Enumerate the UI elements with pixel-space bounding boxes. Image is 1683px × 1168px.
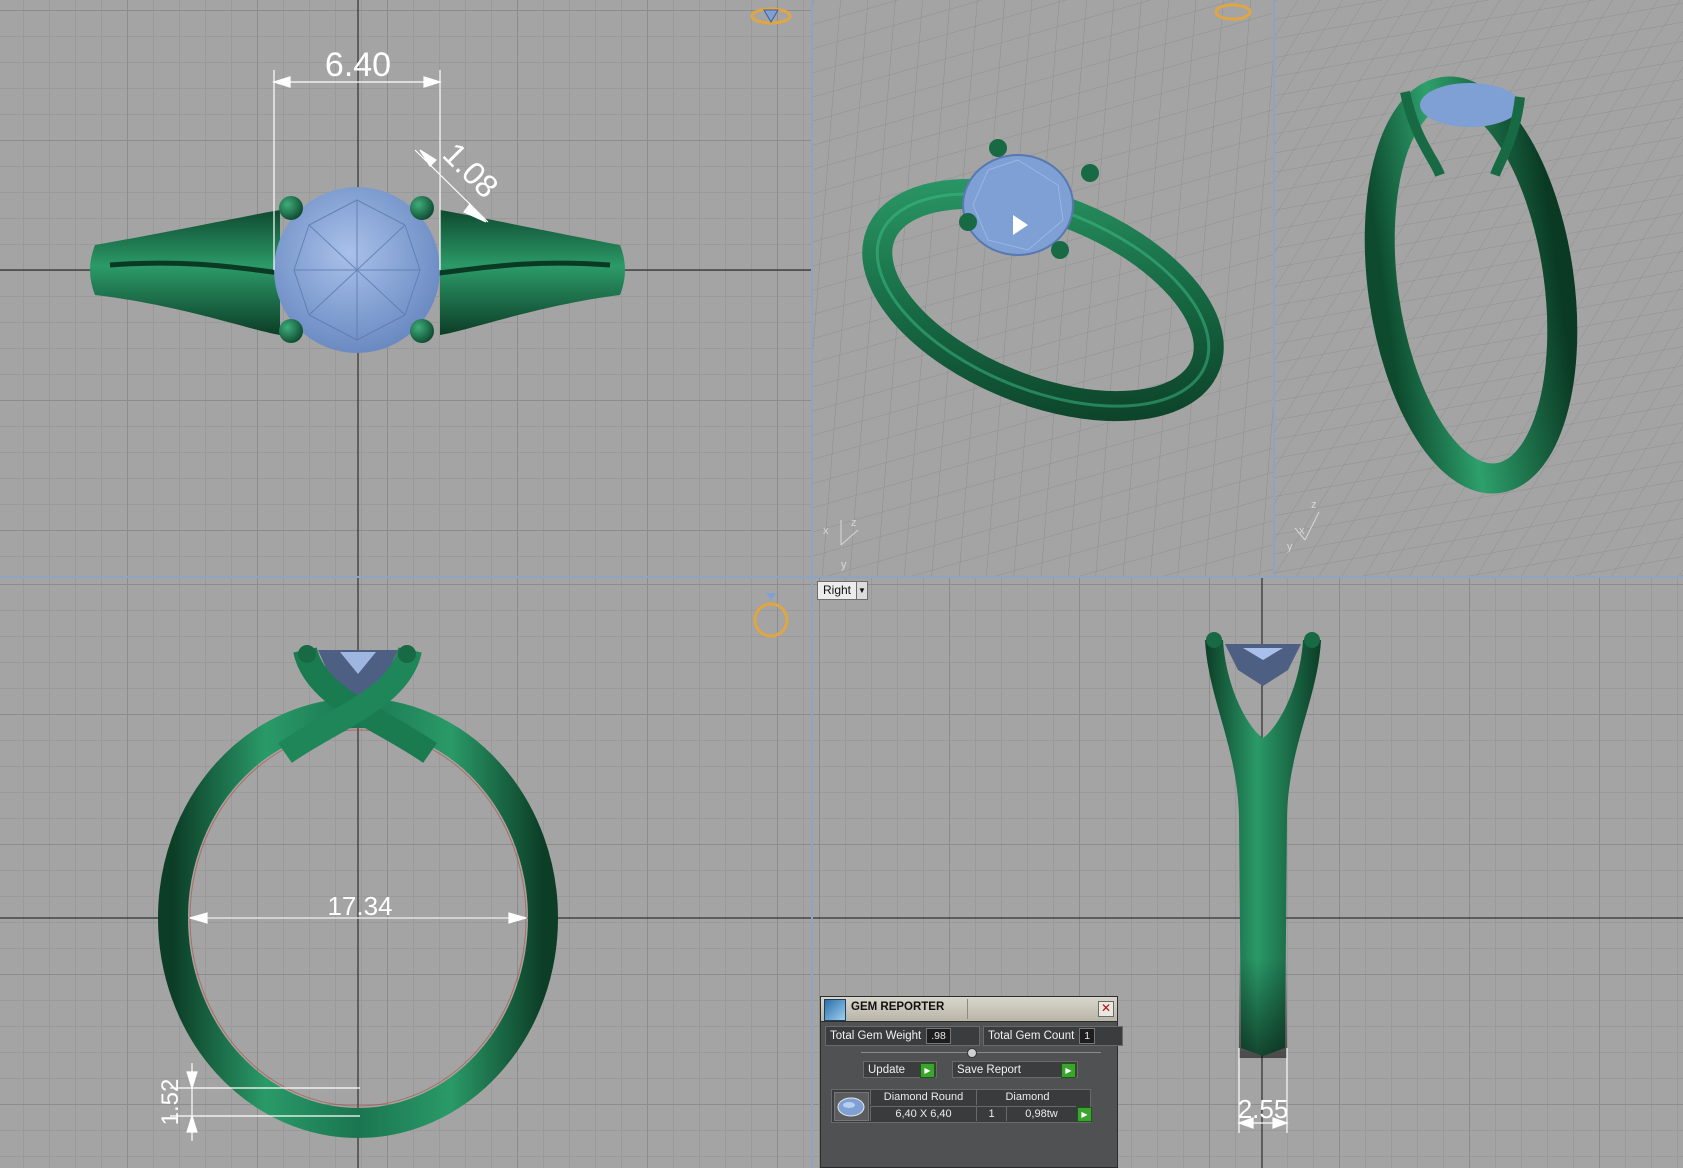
panel-title: GEM REPORTER <box>851 1001 945 1013</box>
viewport-divider-vertical[interactable] <box>811 0 813 1168</box>
save-report-button-label: Save Report <box>957 1063 1021 1076</box>
dimension-width: 6.40 <box>325 46 391 84</box>
total-gem-count: Total Gem Count 1 <box>983 1026 1123 1046</box>
save-report-button[interactable]: Save Report ▶ <box>952 1061 1078 1078</box>
dimension-shank-width: 2.55 <box>1238 1094 1289 1124</box>
total-gem-weight: Total Gem Weight .98 <box>825 1026 980 1046</box>
gem-thumbnail-icon <box>834 1092 869 1121</box>
svg-text:y: y <box>841 559 847 571</box>
front-view-canvas: 17.34 1.52 <box>0 578 811 1168</box>
gem-size: 6,40 X 6,40 <box>870 1106 976 1121</box>
gem-reporter-icon <box>824 999 846 1021</box>
dimension-inner-diameter: 17.34 <box>327 891 392 921</box>
weight-slider-handle[interactable] <box>967 1048 977 1058</box>
stats-row: Total Gem Weight .98 Total Gem Count 1 <box>825 1026 1123 1046</box>
total-gem-weight-label: Total Gem Weight <box>830 1030 922 1042</box>
close-icon[interactable]: ✕ <box>1098 1001 1114 1017</box>
prong <box>410 319 434 343</box>
stone <box>1420 83 1520 127</box>
prong <box>279 196 303 220</box>
viewport-perspective-2[interactable]: z x y <box>1275 0 1683 576</box>
perspective-view-1-canvas: x z y <box>813 0 1273 576</box>
svg-text:z: z <box>1311 499 1317 511</box>
play-arrow-icon: ▶ <box>920 1063 935 1078</box>
prong <box>279 319 303 343</box>
gem-shape: Diamond Round <box>870 1090 976 1105</box>
viewport-divider-horizontal[interactable] <box>0 576 1683 578</box>
titlebar-divider <box>967 999 968 1019</box>
svg-text:x: x <box>823 525 829 537</box>
play-arrow-icon: ▶ <box>1061 1063 1076 1078</box>
viewport-perspective-1[interactable]: x z y <box>813 0 1273 576</box>
view-gizmo-icon <box>750 7 792 25</box>
svg-text:z: z <box>851 517 857 529</box>
total-gem-count-value: 1 <box>1079 1028 1096 1044</box>
update-button[interactable]: Update ▶ <box>863 1061 937 1078</box>
top-view-canvas: 6.40 1.08 <box>0 0 811 576</box>
view-gizmo-icon <box>753 593 789 638</box>
weight-slider-track[interactable] <box>861 1052 1101 1053</box>
view-label-text: Right <box>823 583 852 597</box>
svg-text:x: x <box>1299 525 1305 537</box>
viewport-divider-vertical-top[interactable] <box>1273 0 1275 576</box>
gem-list-row[interactable]: Diamond Round Diamond 6,40 X 6,40 1 0,98… <box>831 1089 1092 1123</box>
total-gem-count-label: Total Gem Count <box>988 1030 1075 1042</box>
gem-count: 1 <box>976 1106 1006 1121</box>
prong <box>410 196 434 220</box>
update-button-label: Update <box>868 1063 906 1076</box>
viewport-top[interactable]: 6.40 1.08 <box>0 0 811 576</box>
dimension-band-thickness: 1.52 <box>157 1079 184 1126</box>
shank-right <box>440 210 625 335</box>
play-arrow-icon[interactable]: ▶ <box>1077 1107 1092 1122</box>
viewport-front[interactable]: 17.34 1.52 <box>0 578 811 1168</box>
total-gem-weight-value: .98 <box>926 1028 951 1044</box>
view-label-dropdown[interactable]: Right ▼ <box>817 581 869 600</box>
perspective-view-2-canvas: z x y <box>1275 0 1683 576</box>
chevron-down-icon[interactable]: ▼ <box>856 582 868 599</box>
dimension-prong: 1.08 <box>436 135 505 204</box>
gem-weight: 0,98tw <box>1006 1106 1076 1121</box>
svg-text:y: y <box>1287 541 1293 553</box>
gem-reporter-panel: GEM REPORTER ✕ Total Gem Weight .98 Tota… <box>820 996 1123 1168</box>
shank-left <box>90 210 280 335</box>
panel-titlebar[interactable]: GEM REPORTER ✕ <box>821 997 1117 1022</box>
stone <box>962 154 1074 256</box>
gem-material: Diamond <box>976 1090 1078 1105</box>
